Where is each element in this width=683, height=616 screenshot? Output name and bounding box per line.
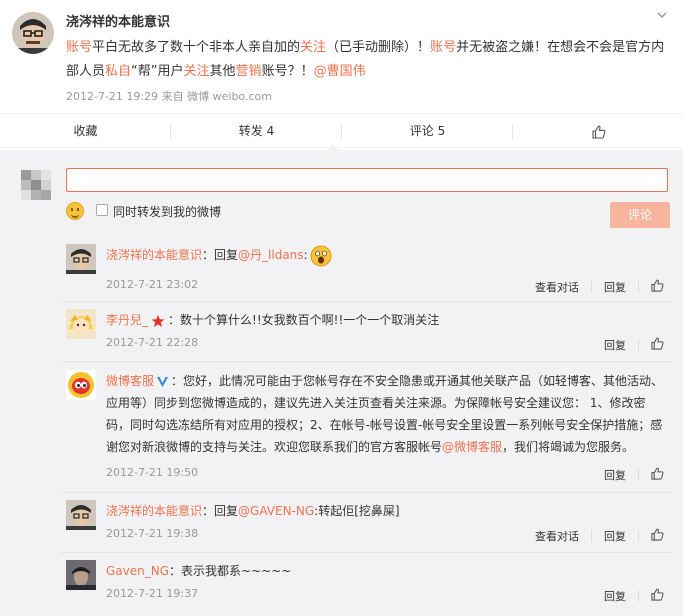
view-conversation-link[interactable]: 查看对话 [535,528,579,544]
repost-checkbox[interactable] [96,204,108,216]
post-content-link[interactable]: 账号 [430,40,456,55]
post-content-link[interactable]: 关注 [184,64,210,79]
comment-ops: 回复 [604,337,664,353]
post-content: 账号平白无故多了数十个非本人亲自加的关注（已手动删除）！账号并无被盗之嫌！在想会… [66,36,676,84]
reply-link[interactable]: 回复 [604,588,626,604]
author-avatar[interactable] [12,12,54,54]
repost-label: 转发 4 [238,124,275,138]
post-time[interactable]: 2012-7-21 19:29 [66,90,158,103]
post-content-link[interactable]: 营销 [236,64,262,79]
post-content-text: “帮”用户 [131,64,184,79]
thumbs-up-icon [591,125,605,139]
my-avatar [21,170,51,200]
repost-checkbox-label[interactable]: 同时转发到我的微博 [113,203,221,220]
post-content-link[interactable]: 私自 [105,64,131,79]
verified-v-icon[interactable] [156,375,169,388]
commenter-avatar[interactable] [66,370,96,400]
comment-text: Gaven_NG：表示我都系~~~~~ [106,560,668,582]
thumbs-up-icon[interactable] [651,528,664,544]
favorite-label: 收藏 [73,124,98,138]
comment-body-suffix: ，我们将竭诚为您服务。 [502,440,635,454]
weibo-post: 浇涔祥的本能意识 账号平白无故多了数十个非本人亲自加的关注（已手动删除）！账号并… [0,0,683,113]
thumbs-up-icon[interactable] [651,588,664,604]
comment-section: 同时转发到我的微博 评论 浇涔祥的本能意识：回复@丹_lldans: 2012-… [0,144,683,616]
reply-link[interactable]: 回复 [604,528,626,544]
view-conversation-link[interactable]: 查看对话 [535,279,579,295]
comment-user[interactable]: 浇涔祥的本能意识 [106,248,202,262]
comment-text: 浇涔祥的本能意识：回复@GAVEN-NG:转起佢[挖鼻屎] [106,500,668,522]
emoji-icon[interactable] [66,202,84,220]
comment-mention[interactable]: @GAVEN-NG [238,504,314,518]
comment-ops: 查看对话 回复 [535,279,664,295]
comment-user[interactable]: Gaven_NG [106,564,169,578]
star-badge-icon[interactable] [151,314,165,327]
post-content-text: 其他 [209,64,236,79]
comment-body: ：表示我都系~~~~~ [169,564,292,578]
comment-user[interactable]: 浇涔祥的本能意识 [106,504,202,518]
commenter-avatar[interactable] [66,500,96,530]
comment-ops: 回复 [604,467,664,483]
commenter-avatar[interactable] [66,560,96,590]
comment-time: 2012-7-21 22:28 [106,336,199,349]
thumbs-up-icon[interactable] [651,467,664,483]
comment-time: 2012-7-21 23:02 [106,278,199,291]
post-meta: 2012-7-21 19:29 来自 微博 weibo.com [66,88,272,104]
post-content-text: （已手动删除）！ [326,40,431,55]
comment-body: ：回复 [202,248,239,262]
like-button[interactable] [513,114,683,149]
thumbs-up-icon[interactable] [651,279,664,295]
chevron-down-icon[interactable] [655,9,669,23]
comment-body: ：回复 [202,504,239,518]
post-source-prefix: 来自 [161,90,184,103]
comment-body-suffix: :转起佢[挖鼻屎] [314,504,400,518]
reply-link[interactable]: 回复 [604,337,626,353]
post-author-name[interactable]: 浇涔祥的本能意识 [66,11,170,30]
comment-ops: 回复 [604,588,664,604]
post-content-link[interactable]: @曹国伟 [314,64,366,79]
comment-user[interactable]: 微博客服 [106,374,154,388]
comment-text: 微博客服 ：您好，此情况可能由于您帐号存在不安全隐患或开通其他关联产品（如轻博客、… [106,370,668,458]
comment-user[interactable]: 李丹兒_ [106,313,148,327]
comment-body-suffix: : [303,248,308,262]
comment-body: ：数十个算什么!!女我数百个啊!!一个一个取消关注 [168,313,440,327]
comment-mention[interactable]: @微博客服 [442,440,502,454]
post-action-bar: 收藏 转发 4 评论 5 [0,113,683,148]
favorite-button[interactable]: 收藏 [0,114,171,149]
post-content-link[interactable]: 关注 [300,40,326,55]
post-content-link[interactable]: 账号 [66,40,92,55]
comment-button[interactable]: 评论 5 [342,114,513,149]
commenter-avatar[interactable] [66,309,96,339]
comment-ops: 查看对话 回复 [535,528,664,544]
comment-mention[interactable]: @丹_lldans [238,248,304,262]
comment-text: 浇涔祥的本能意识：回复@丹_lldans: [106,244,668,267]
surprised-emoji-icon [310,245,332,266]
post-content-text: 平白无故多了数十个非本人亲自加的 [92,40,301,55]
commenter-avatar[interactable] [66,244,96,274]
comment-time: 2012-7-21 19:37 [106,587,199,600]
comment-input[interactable] [66,168,668,192]
reply-link[interactable]: 回复 [604,467,626,483]
comment-label: 评论 5 [409,124,446,138]
thumbs-up-icon[interactable] [651,337,664,353]
post-content-text: 账号？！ [261,64,314,79]
comment-text: 李丹兒_ ：数十个算什么!!女我数百个啊!!一个一个取消关注 [106,309,668,331]
comment-time: 2012-7-21 19:38 [106,527,199,540]
post-source[interactable]: 微博 weibo.com [187,90,272,103]
reply-link[interactable]: 回复 [604,279,626,295]
comment-time: 2012-7-21 19:50 [106,466,199,479]
submit-comment-button[interactable]: 评论 [610,202,670,228]
repost-button[interactable]: 转发 4 [171,114,342,149]
